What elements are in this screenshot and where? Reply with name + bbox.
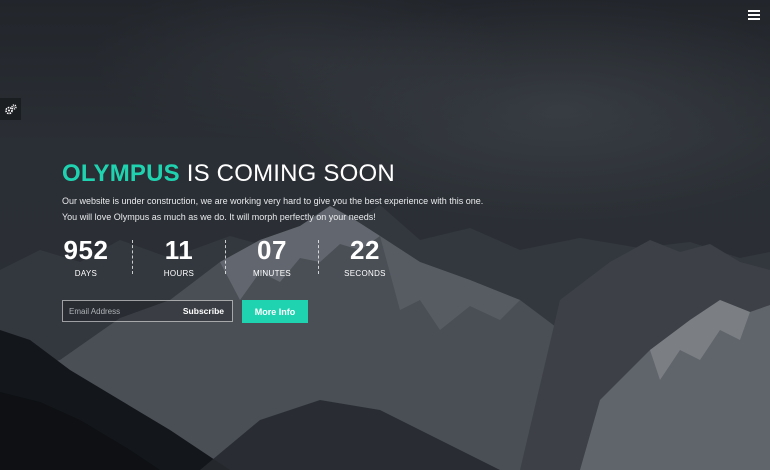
gears-icon bbox=[4, 103, 17, 114]
description-line-1: Our website is under construction, we ar… bbox=[62, 196, 484, 206]
countdown-seconds-label: SECONDS bbox=[344, 269, 386, 278]
title-suffix: IS COMING SOON bbox=[179, 160, 395, 187]
countdown-minutes-value: 07 bbox=[257, 235, 287, 265]
countdown-seconds-value: 22 bbox=[350, 235, 380, 265]
countdown-days-value: 952 bbox=[63, 235, 109, 265]
countdown-hours: 11 HOURS bbox=[155, 236, 203, 280]
countdown-seconds: 22 SECONDS bbox=[341, 236, 389, 280]
description: Our website is under construction, we ar… bbox=[62, 193, 582, 225]
page-title: OLYMPUS IS COMING SOON bbox=[62, 160, 582, 188]
countdown-timer: 952 DAYS 11 HOURS 07 MINUTES 22 SECONDS bbox=[62, 236, 389, 280]
email-field[interactable] bbox=[63, 301, 175, 321]
countdown-days: 952 DAYS bbox=[62, 236, 110, 280]
more-info-button[interactable]: More Info bbox=[242, 300, 308, 323]
countdown-minutes: 07 MINUTES bbox=[248, 236, 296, 280]
hamburger-menu-icon[interactable] bbox=[748, 10, 760, 21]
countdown-hours-value: 11 bbox=[164, 235, 194, 265]
countdown-days-label: DAYS bbox=[74, 269, 98, 278]
hero-section: OLYMPUS IS COMING SOON Our website is un… bbox=[62, 160, 582, 225]
brand-name: OLYMPUS bbox=[62, 160, 180, 187]
countdown-divider bbox=[225, 240, 226, 274]
countdown-divider bbox=[132, 240, 133, 274]
description-line-2: You will love Olympus as much as we do. … bbox=[62, 212, 376, 222]
countdown-minutes-label: MINUTES bbox=[252, 269, 292, 278]
countdown-divider bbox=[318, 240, 319, 274]
countdown-hours-label: HOURS bbox=[163, 269, 195, 278]
settings-toggle-button[interactable] bbox=[0, 98, 21, 120]
subscribe-form: Subscribe bbox=[62, 300, 233, 322]
dark-overlay bbox=[0, 0, 770, 470]
subscribe-button[interactable]: Subscribe bbox=[175, 301, 232, 321]
